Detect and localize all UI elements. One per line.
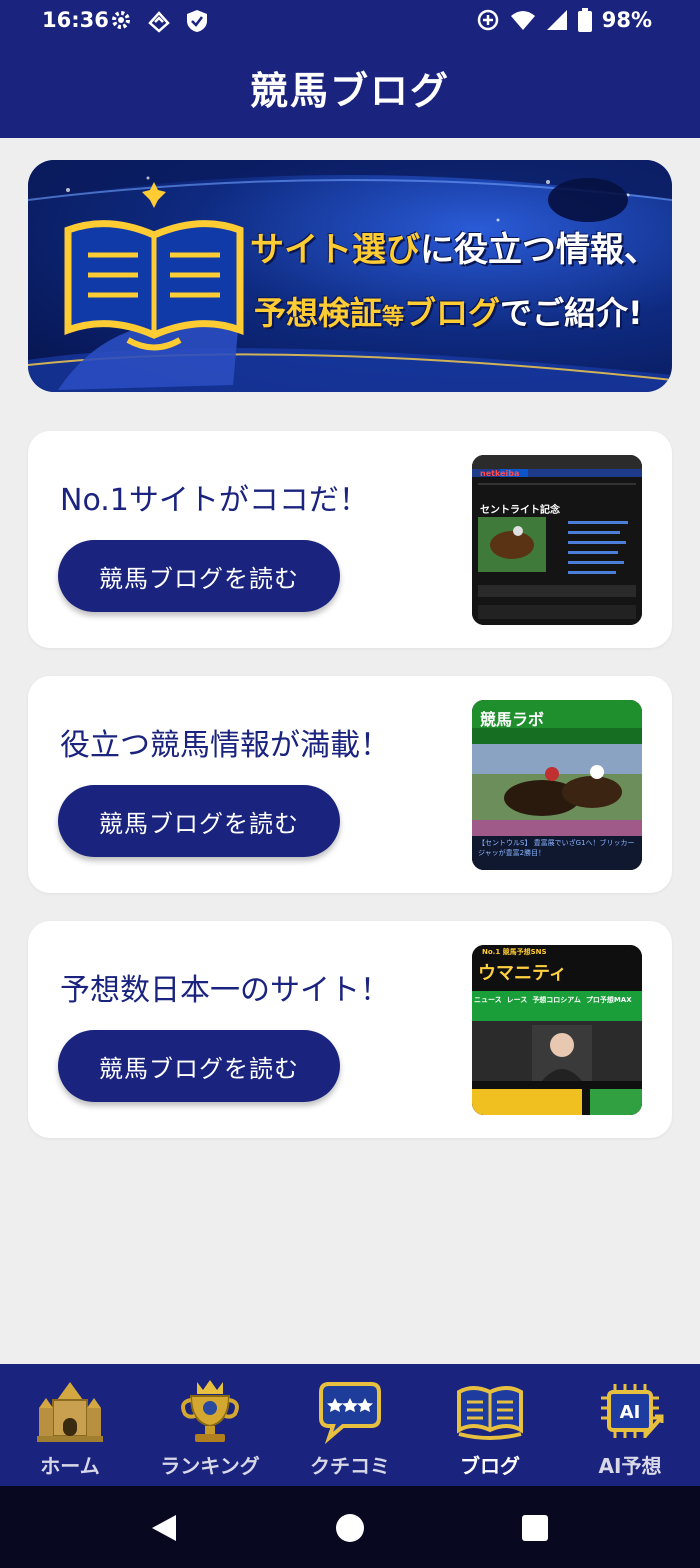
page-title: 競馬ブログ	[249, 69, 450, 113]
card-title: 予想数日本一のサイト！	[60, 973, 390, 1008]
thumbnail-graphic	[472, 455, 642, 625]
battery-icon	[577, 8, 592, 32]
castle-icon	[37, 1382, 103, 1442]
card-title: 役立つ競馬情報が満載！	[60, 728, 390, 763]
thumb-tagline: No.1 競馬予想SNS	[482, 948, 547, 956]
card-title: No.1サイトがココだ！	[60, 483, 369, 518]
svg-text:AI: AI	[620, 1402, 641, 1423]
status-time: 16:36	[42, 8, 109, 32]
nav-item-home[interactable]: ホーム	[0, 1364, 140, 1486]
read-blog-button[interactable]: 競馬ブログを読む	[58, 785, 340, 857]
bottom-navigation: ホーム ランキング クチコミ ブログ AI AI予想	[0, 1364, 700, 1486]
data-saver-icon	[477, 9, 498, 31]
stadium-backdrop	[28, 160, 672, 392]
battery-percent: 98%	[601, 8, 652, 32]
hero-banner[interactable]: サイト選びに役立つ情報、 予想検証等ブログでご紹介!	[28, 160, 672, 392]
blog-card[interactable]: No.1サイトがココだ！ 競馬ブログを読む netkeiba セントライト記念	[28, 431, 672, 648]
golden-book-icon	[64, 182, 244, 351]
nav-item-ranking[interactable]: ランキング	[140, 1364, 280, 1486]
ai-chip-icon: AI	[601, 1384, 664, 1438]
home-icon[interactable]	[335, 1513, 365, 1543]
nav-item-reviews[interactable]: クチコミ	[280, 1364, 420, 1486]
system-navigation-bar	[0, 1486, 700, 1568]
banner-line-1: サイト選びに役立つ情報、	[250, 230, 658, 270]
banner-line-2: 予想検証等ブログでご紹介!	[254, 294, 643, 332]
status-right-icons: 98%	[476, 8, 652, 32]
status-left-icons	[110, 9, 208, 33]
back-icon[interactable]	[150, 1513, 178, 1543]
status-bar: 16:36 98%	[0, 0, 700, 44]
speech-bubble-stars-icon	[319, 1382, 381, 1444]
read-blog-button[interactable]: 競馬ブログを読む	[58, 540, 340, 612]
sync-icon	[148, 11, 170, 33]
nav-label: ブログ	[460, 1454, 520, 1478]
thumb-headline: セントライト記念	[480, 505, 560, 516]
book-icon	[457, 1386, 523, 1440]
gear-icon	[112, 11, 130, 29]
blog-card[interactable]: 予想数日本一のサイト！ 競馬ブログを読む No.1 競馬予想SNS ウマニティ …	[28, 921, 672, 1138]
site-screenshot-thumbnail[interactable]: netkeiba セントライト記念	[472, 455, 642, 625]
shield-icon	[187, 10, 207, 32]
nav-label: ランキング	[160, 1454, 260, 1478]
app-header: 16:36 98% 競馬ブログ	[0, 0, 700, 138]
trophy-icon	[181, 1380, 239, 1442]
signal-icon	[546, 10, 567, 30]
thumb-menu: ニュース レース 予想コロシアム プロ予想MAX	[474, 996, 632, 1004]
nav-label: クチコミ	[310, 1454, 390, 1478]
thumb-caption: 【セントウルS】 豊富展でいざG1へ！ブリッカージャッが豊富2勝目！	[478, 839, 635, 857]
blog-card[interactable]: 役立つ競馬情報が満載！ 競馬ブログを読む 競馬ラボ 【セントウルS】 豊富展でい…	[28, 676, 672, 893]
thumb-logo: ウマニティ	[478, 963, 567, 984]
nav-item-blog[interactable]: ブログ	[420, 1364, 560, 1486]
nav-label: AI予想	[598, 1454, 662, 1478]
site-screenshot-thumbnail[interactable]: No.1 競馬予想SNS ウマニティ ニュース レース 予想コロシアム プロ予想…	[472, 945, 642, 1115]
thumb-logo: netkeiba	[480, 469, 520, 478]
nav-label: ホーム	[40, 1454, 100, 1478]
wifi-icon	[510, 11, 535, 30]
thumb-logo: 競馬ラボ	[480, 710, 545, 729]
site-screenshot-thumbnail[interactable]: 競馬ラボ 【セントウルS】 豊富展でいざG1へ！ブリッカージャッが豊富2勝目！	[472, 700, 642, 870]
nav-item-ai-prediction[interactable]: AI AI予想	[560, 1364, 700, 1486]
recents-icon[interactable]	[522, 1515, 548, 1541]
read-blog-button[interactable]: 競馬ブログを読む	[58, 1030, 340, 1102]
